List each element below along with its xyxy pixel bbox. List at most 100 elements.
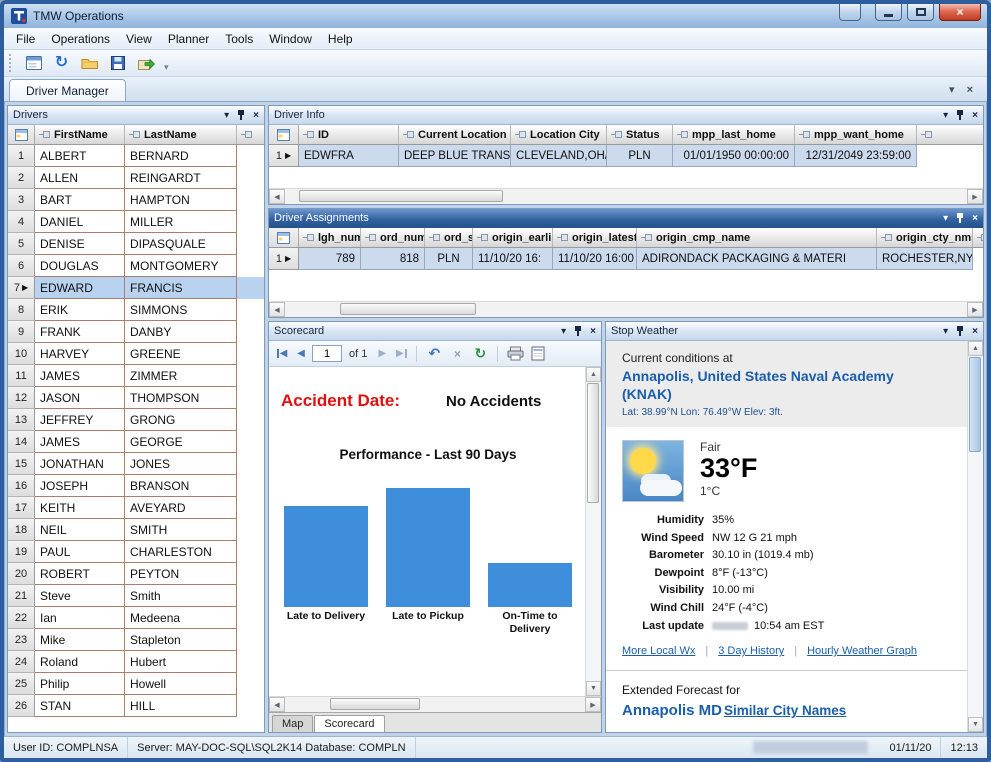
column-header-origin-earli[interactable]: origin_earli [473,228,553,247]
menu-item-view[interactable]: View [118,29,160,49]
column-header-current-location[interactable]: Current Location [399,125,511,144]
report-hscrollbar[interactable]: ◀ ▶ [269,696,601,712]
stop-weather-panel-header[interactable]: Stop Weather ▾ × [606,322,983,341]
back-button[interactable]: ↶ [424,344,444,364]
scroll-up-icon[interactable]: ▲ [968,341,983,356]
column-header-lastname[interactable]: LastName [125,125,237,144]
grid-corner[interactable] [269,125,299,144]
weather-vscrollbar[interactable]: ▲ ▼ [967,341,983,732]
grid-corner[interactable] [8,125,35,144]
pin-icon[interactable] [956,326,964,337]
pin-icon[interactable] [237,110,245,121]
print-layout-button[interactable] [528,344,548,364]
weather-link-more-local-wx[interactable]: More Local Wx [622,645,695,657]
driver-assignments-panel-header[interactable]: Driver Assignments ▾ × [269,209,983,228]
menu-item-window[interactable]: Window [261,29,320,49]
scroll-down-icon[interactable]: ▼ [968,717,983,732]
scroll-thumb[interactable] [330,698,420,710]
driver-row[interactable]: 8ERIKSIMMONS [8,299,264,321]
toolbar-overflow-icon[interactable]: ▾ [161,62,169,76]
maximize-button[interactable] [907,4,934,21]
titlebar[interactable]: TMW Operations × [4,4,987,28]
scroll-thumb[interactable] [340,303,476,315]
column-header-lgh-num[interactable]: lgh_num [299,228,361,247]
driver-row[interactable]: 25PhilipHowell [8,673,264,695]
drivers-panel-header[interactable]: Drivers ▾ × [8,106,264,125]
scroll-down-icon[interactable]: ▼ [586,681,601,696]
driver-row[interactable]: 19PAULCHARLESTON [8,541,264,563]
weather-link-hourly-weather-graph[interactable]: Hourly Weather Graph [807,645,917,657]
menu-item-file[interactable]: File [8,29,43,49]
save-button[interactable] [105,52,130,74]
driver-info-row[interactable]: 1 ▶ EDWFRADEEP BLUE TRANSPOCLEVELAND,OH/… [269,145,983,167]
print-button[interactable] [505,344,525,364]
close-button[interactable]: × [939,4,981,21]
column-header-origin-cty-nms[interactable]: origin_cty_nms [877,228,973,247]
scorecard-panel-header[interactable]: Scorecard ▾ × [269,322,601,341]
tab-list-dropdown-icon[interactable]: ▾ [949,83,955,96]
stop-button[interactable]: × [447,344,467,364]
close-icon[interactable]: × [972,110,978,121]
driver-row[interactable]: 14JAMESGEORGE [8,431,264,453]
scroll-left-icon[interactable]: ◀ [269,302,285,317]
driver-row[interactable]: 6DOUGLASMONTGOMERY [8,255,264,277]
driver-row[interactable]: 7▶EDWARDFRANCIS [8,277,264,299]
driver-row[interactable]: 2ALLENREINGARDT [8,167,264,189]
scroll-left-icon[interactable]: ◀ [269,189,285,204]
chevron-down-icon[interactable]: ▾ [943,110,948,121]
driver-row[interactable]: 12JASONTHOMPSON [8,387,264,409]
driver-row[interactable]: 20ROBERTPEYTON [8,563,264,585]
scroll-up-icon[interactable]: ▲ [586,367,601,382]
tab-close-icon[interactable]: × [967,84,973,96]
chevron-down-icon[interactable]: ▾ [224,110,229,121]
driver-info-panel-header[interactable]: Driver Info ▾ × [269,106,983,125]
open-button[interactable] [77,52,102,74]
scorecard-tab-map[interactable]: Map [272,715,313,732]
scroll-thumb[interactable] [587,383,599,503]
column-header-location-city[interactable]: Location City [511,125,607,144]
driver-row[interactable]: 26STANHILL [8,695,264,717]
scroll-left-icon[interactable]: ◀ [269,697,285,712]
window-pill-button[interactable] [839,4,861,21]
driver-row[interactable]: 17KEITHAVEYARD [8,497,264,519]
column-header-status[interactable]: Status [607,125,673,144]
driver-row[interactable]: 10HARVEYGREENE [8,343,264,365]
close-icon[interactable]: × [253,110,259,121]
chevron-down-icon[interactable]: ▾ [943,213,948,224]
driver-row[interactable]: 4DANIELMILLER [8,211,264,233]
grid-corner[interactable] [269,228,299,247]
scroll-thumb[interactable] [969,357,981,452]
weather-link-3-day-history[interactable]: 3 Day History [718,645,784,657]
minimize-button[interactable] [875,4,902,21]
toolbar-grip[interactable] [9,54,14,72]
driver-row[interactable]: 16JOSEPHBRANSON [8,475,264,497]
column-header-id[interactable]: ID [299,125,399,144]
close-icon[interactable]: × [590,326,596,337]
last-page-button[interactable]: ▶ [393,345,409,363]
column-header-firstname[interactable]: FirstName [35,125,125,144]
pin-icon[interactable] [574,326,582,337]
driver-row[interactable]: 23MikeStapleton [8,629,264,651]
driver-row[interactable]: 5DENISEDIPASQUALE [8,233,264,255]
refresh-report-button[interactable]: ↻ [470,344,490,364]
scroll-right-icon[interactable]: ▶ [585,697,601,712]
driver-row[interactable]: 1ALBERTBERNARD [8,145,264,167]
refresh-button[interactable]: ↻ [49,52,74,74]
chevron-down-icon[interactable]: ▾ [943,326,948,337]
close-icon[interactable]: × [972,326,978,337]
driver-row[interactable]: 22IanMedeena [8,607,264,629]
export-button[interactable] [133,52,158,74]
driver-row[interactable]: 13JEFFREYGRONG [8,409,264,431]
driver-row[interactable]: 24RolandHubert [8,651,264,673]
driver-row[interactable]: 9FRANKDANBY [8,321,264,343]
driver-row[interactable]: 3BARTHAMPTON [8,189,264,211]
scroll-right-icon[interactable]: ▶ [967,302,983,317]
column-header-origin-latest[interactable]: origin_latest [553,228,637,247]
menu-item-operations[interactable]: Operations [43,29,118,49]
driver-row[interactable]: 15JONATHANJONES [8,453,264,475]
menu-item-tools[interactable]: Tools [217,29,261,49]
driver-info-hscrollbar[interactable]: ◀ ▶ [269,188,983,204]
driver-row[interactable]: 21SteveSmith [8,585,264,607]
pin-icon[interactable] [956,213,964,224]
column-header-mpp-want-home[interactable]: mpp_want_home [795,125,917,144]
